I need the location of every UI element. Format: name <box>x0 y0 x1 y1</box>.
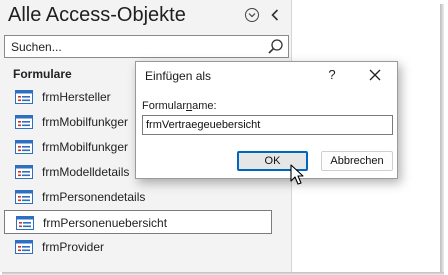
search-icon[interactable] <box>267 38 284 55</box>
nav-item-form[interactable]: frmProvider <box>4 235 272 259</box>
form-name-label: Formularname: <box>142 100 217 112</box>
form-icon <box>15 190 33 204</box>
paste-as-dialog: Einfügen als ? Formularname: OK Abbreche… <box>135 61 398 179</box>
collapse-pane-icon[interactable] <box>268 7 282 23</box>
dialog-title: Einfügen als <box>145 69 212 83</box>
form-icon <box>15 115 33 129</box>
mouse-pointer-icon <box>290 164 304 185</box>
nav-item-form[interactable]: frmPersonenuebersicht <box>4 210 272 234</box>
nav-item-label: frmPersonenuebersicht <box>43 216 168 230</box>
form-icon <box>16 216 34 230</box>
close-icon[interactable] <box>365 65 385 85</box>
nav-item-label: frmMobilfunkger <box>42 140 129 154</box>
form-name-label-suffix: ame: <box>192 100 217 112</box>
search-box <box>4 35 289 58</box>
nav-item-form[interactable]: frmPersonendetails <box>4 185 272 209</box>
section-header-formulare[interactable]: Formulare <box>13 67 72 81</box>
search-input[interactable] <box>5 36 263 57</box>
form-icon <box>15 140 33 154</box>
nav-item-label: frmModelldetails <box>42 165 130 179</box>
form-icon <box>15 165 33 179</box>
nav-item-label: frmProvider <box>42 240 105 254</box>
nav-item-label: frmMobilfunkger <box>42 115 129 129</box>
form-name-field[interactable] <box>142 115 393 135</box>
cancel-button[interactable]: Abbrechen <box>321 151 393 171</box>
nav-menu-dropdown-icon[interactable] <box>244 7 260 23</box>
form-icon <box>15 240 33 254</box>
nav-pane-title: Alle Access-Objekte <box>8 4 186 26</box>
nav-item-label: frmHersteller <box>42 90 111 104</box>
nav-item-label: frmPersonendetails <box>42 190 146 204</box>
form-icon <box>15 90 33 104</box>
help-icon[interactable]: ? <box>324 65 340 85</box>
frame-shadow-right <box>440 4 444 275</box>
form-name-label-prefix: Formular <box>142 100 187 112</box>
